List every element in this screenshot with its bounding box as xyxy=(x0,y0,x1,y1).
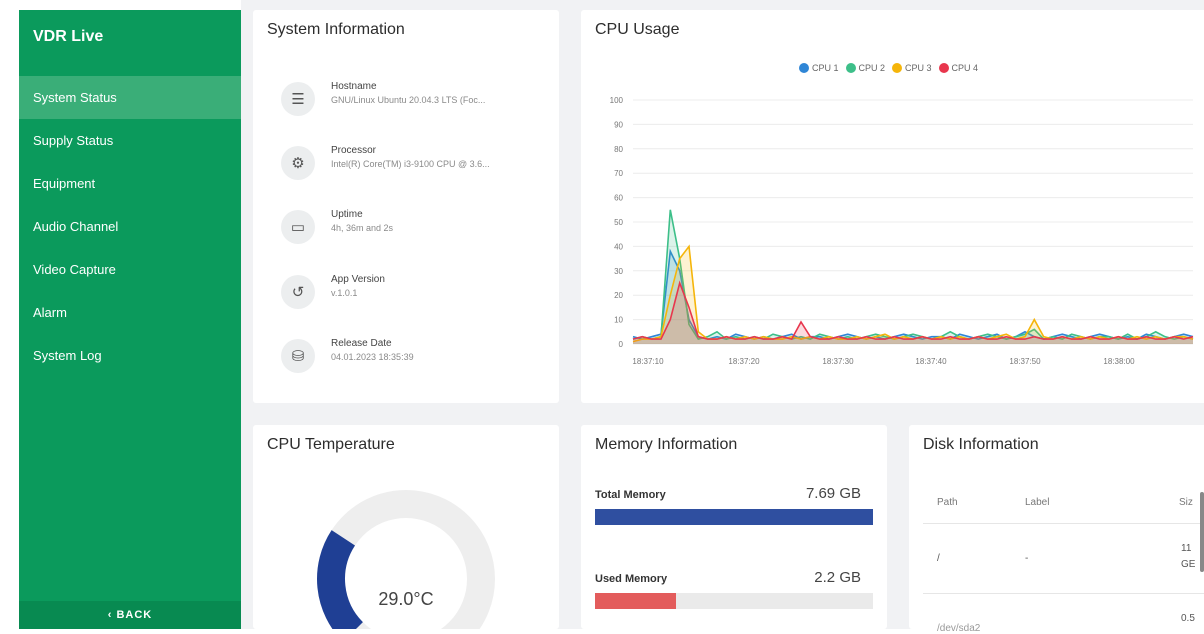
total-memory-bar-fill xyxy=(595,509,873,525)
server-icon: ☰ xyxy=(281,82,315,116)
table-divider xyxy=(923,593,1204,594)
back-button[interactable]: ‹ BACK xyxy=(19,601,241,629)
disk-table-scrollbar[interactable] xyxy=(1200,492,1204,572)
total-memory-bar xyxy=(595,509,873,525)
sidebar-item-audio-channel[interactable]: Audio Channel xyxy=(19,205,241,248)
database-clock-icon: ⛁ xyxy=(281,339,315,373)
total-memory-value: 7.69 GB xyxy=(805,485,861,502)
sidebar-item-alarm[interactable]: Alarm xyxy=(19,291,241,334)
info-value: 4h, 36m and 2s xyxy=(331,223,394,233)
disk-information-title: Disk Information xyxy=(923,436,1039,453)
info-row-release-date: ⛁ Release Date 04.01.2023 18:35:39 xyxy=(281,337,541,377)
info-label: Release Date xyxy=(331,338,392,349)
used-memory-value: 2.2 GB xyxy=(814,569,861,586)
table-cell-label: - xyxy=(1025,553,1029,564)
app-title: VDR Live xyxy=(33,28,104,45)
disk-information-card: Disk Information Path Label Siz / - 11 G… xyxy=(909,425,1204,634)
y-tick-label: 0 xyxy=(619,340,624,349)
column-header-label[interactable]: Label xyxy=(1025,497,1049,508)
y-tick-label: 90 xyxy=(614,120,623,129)
y-tick-label: 30 xyxy=(614,267,623,276)
cpu-temperature-card: CPU Temperature 29.0°C xyxy=(253,425,559,629)
sidebar-nav: System Status Supply Status Equipment Au… xyxy=(19,76,241,377)
history-icon: ↺ xyxy=(281,275,315,309)
legend-item-cpu3[interactable]: CPU 3 xyxy=(892,63,932,73)
memory-information-card: Memory Information Total Memory 7.69 GB … xyxy=(581,425,887,629)
x-tick-label: 18:38:00 xyxy=(1103,357,1135,366)
y-tick-label: 80 xyxy=(614,145,623,154)
cpu-usage-card: CPU Usage CPU 1 CPU 2 CPU 3 CPU 4 0 10 20 3… xyxy=(581,10,1204,403)
info-row-uptime: ▭ Uptime 4h, 36m and 2s xyxy=(281,208,541,248)
legend-label: CPU 3 xyxy=(905,63,932,73)
legend-item-cpu2[interactable]: CPU 2 xyxy=(845,63,886,73)
sidebar-item-system-log[interactable]: System Log xyxy=(19,334,241,377)
series-area xyxy=(633,209,1193,344)
series-line xyxy=(632,244,1194,343)
info-value: Intel(R) Core(TM) i3-9100 CPU @ 3.6... xyxy=(331,159,490,169)
column-header-size[interactable]: Siz xyxy=(1179,497,1193,508)
legend-item-cpu4[interactable]: CPU 4 xyxy=(938,63,979,73)
memory-information-title: Memory Information xyxy=(595,436,738,453)
table-cell-path: / xyxy=(937,553,940,564)
used-memory-label: Used Memory xyxy=(595,573,668,585)
sidebar-item-supply-status[interactable]: Supply Status xyxy=(19,119,241,162)
used-memory-bar-fill xyxy=(595,593,676,609)
cpu-usage-title: CPU Usage xyxy=(595,21,680,38)
info-label: App Version xyxy=(331,274,385,285)
y-tick-label: 100 xyxy=(610,96,624,105)
legend-label: CPU 1 xyxy=(812,63,839,73)
x-tick-label: 18:37:50 xyxy=(1009,357,1041,366)
info-row-processor: ⚙ Processor Intel(R) Core(TM) i3-9100 CP… xyxy=(281,144,541,184)
sidebar: VDR Live System Status Supply Status Equ… xyxy=(19,10,241,629)
legend-dot xyxy=(938,63,949,73)
info-value: 04.01.2023 18:35:39 xyxy=(331,352,414,362)
y-tick-label: 40 xyxy=(614,242,623,251)
x-tick-label: 18:37:20 xyxy=(728,357,760,366)
system-information-title: System Information xyxy=(267,21,405,38)
table-divider xyxy=(923,523,1204,524)
series-line xyxy=(632,280,1194,341)
info-row-app-version: ↺ App Version v.1.0.1 xyxy=(281,273,541,313)
processor-icon: ⚙ xyxy=(281,146,315,180)
cpu-usage-chart: 0 10 20 30 40 50 60 70 80 90 100 18:37:10 18:37:20 18… xyxy=(610,96,1194,366)
info-label: Processor xyxy=(331,145,377,156)
y-tick-label: 10 xyxy=(614,316,623,325)
legend-dot xyxy=(799,63,809,73)
temperature-value: 29.0°C xyxy=(378,589,434,609)
sidebar-item-video-capture[interactable]: Video Capture xyxy=(19,248,241,291)
sidebar-item-system-status[interactable]: System Status xyxy=(19,76,241,119)
legend-item-cpu1[interactable]: CPU 1 xyxy=(799,63,839,73)
info-value: GNU/Linux Ubuntu 20.04.3 LTS (Foc... xyxy=(331,95,486,105)
main-content: System Information ☰ Hostname GNU/Linux … xyxy=(241,0,1204,634)
table-cell-size: 11 xyxy=(1181,543,1192,554)
y-tick-label: 20 xyxy=(614,291,623,300)
info-value: v.1.0.1 xyxy=(331,288,358,298)
used-memory-bar xyxy=(595,593,873,609)
table-cell-size: 0.5 xyxy=(1181,613,1195,624)
chart-legend: CPU 1 CPU 2 CPU 3 CPU 4 xyxy=(799,63,978,73)
legend-label: CPU 4 xyxy=(951,63,979,73)
y-tick-label: 60 xyxy=(614,194,623,203)
table-cell-size-unit: GE xyxy=(1181,559,1196,570)
x-tick-label: 18:37:30 xyxy=(822,357,854,366)
info-label: Hostname xyxy=(331,81,377,92)
total-memory-label: Total Memory xyxy=(595,489,666,501)
series-area xyxy=(633,251,1193,344)
info-label: Uptime xyxy=(331,209,363,220)
system-information-card: System Information ☰ Hostname GNU/Linux … xyxy=(253,10,559,403)
cpu-temperature-title: CPU Temperature xyxy=(267,436,395,453)
y-tick-label: 70 xyxy=(614,169,623,178)
y-tick-label: 50 xyxy=(614,218,623,227)
calendar-icon: ▭ xyxy=(281,210,315,244)
info-row-hostname: ☰ Hostname GNU/Linux Ubuntu 20.04.3 LTS … xyxy=(281,80,541,120)
x-tick-label: 18:37:10 xyxy=(632,357,664,366)
column-header-path[interactable]: Path xyxy=(937,497,958,508)
gauge-fill xyxy=(317,530,364,629)
legend-dot xyxy=(845,63,856,73)
legend-dot xyxy=(892,63,903,73)
x-tick-label: 18:37:40 xyxy=(915,357,947,366)
sidebar-item-equipment[interactable]: Equipment xyxy=(19,162,241,205)
legend-label: CPU 2 xyxy=(858,63,886,73)
